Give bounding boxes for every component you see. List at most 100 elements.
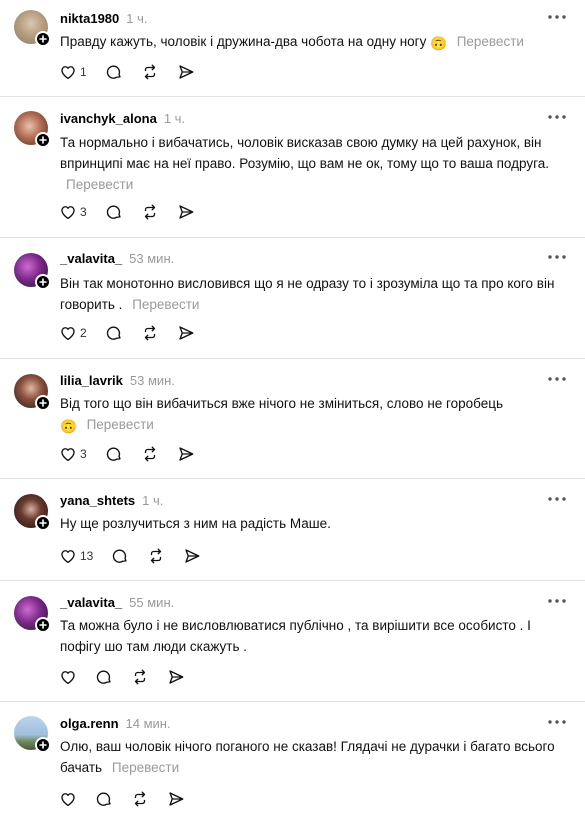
action-bar: 3 xyxy=(59,201,213,223)
more-options-icon[interactable] xyxy=(547,9,567,25)
more-options-icon[interactable] xyxy=(547,371,567,387)
reply-item: _valavita_ 53 мин. Він так монотонно вис… xyxy=(0,238,585,359)
action-bar: 3 xyxy=(59,443,213,465)
repost-icon xyxy=(144,64,155,80)
more-options-icon[interactable] xyxy=(547,714,567,730)
follow-plus-icon[interactable] xyxy=(35,395,51,411)
like-button[interactable] xyxy=(59,790,77,808)
more-options-icon[interactable] xyxy=(547,249,567,265)
repost-button[interactable] xyxy=(131,668,149,686)
reply-item: olga.renn 14 мин. Олю, ваш чоловік нічог… xyxy=(0,702,585,817)
reply-text: Правду кажуть, чоловік і дружина-два чоб… xyxy=(60,31,568,54)
more-options-icon[interactable] xyxy=(547,491,567,507)
avatar[interactable] xyxy=(14,10,51,47)
repost-button[interactable] xyxy=(147,547,165,565)
reply-button[interactable] xyxy=(105,203,123,221)
follow-plus-icon[interactable] xyxy=(35,31,51,47)
share-button[interactable] xyxy=(167,790,185,808)
comment-icon xyxy=(96,670,111,684)
like-button[interactable]: 3 xyxy=(59,203,87,221)
username[interactable]: _valavita_ xyxy=(60,594,122,612)
avatar[interactable] xyxy=(14,494,51,531)
more-options-icon[interactable] xyxy=(547,593,567,609)
follow-plus-icon[interactable] xyxy=(35,132,51,148)
share-button[interactable] xyxy=(177,324,195,342)
reply-item: yana_shtets 1 ч. Ну ще розлучиться з ним… xyxy=(0,479,585,581)
reply-button[interactable] xyxy=(111,547,129,565)
heart-icon xyxy=(61,671,75,685)
avatar[interactable] xyxy=(14,716,51,753)
timestamp: 1 ч. xyxy=(163,111,186,126)
translate-link[interactable]: Перевести xyxy=(87,417,154,432)
like-button[interactable]: 2 xyxy=(59,324,87,342)
reply-button[interactable] xyxy=(105,445,123,463)
repost-button[interactable] xyxy=(141,63,159,81)
like-count: 3 xyxy=(80,205,87,219)
reply-text: Та нормально і вибачатись, чоловік виска… xyxy=(60,132,568,195)
heart-icon xyxy=(61,206,75,220)
like-count: 13 xyxy=(80,549,94,563)
heart-icon xyxy=(61,448,75,462)
share-button[interactable] xyxy=(177,445,195,463)
heart-icon xyxy=(61,550,75,564)
reply-text: Та можна було і не висловлюватися публіч… xyxy=(60,615,568,657)
translate-link[interactable]: Перевести xyxy=(66,177,133,192)
reply-button[interactable] xyxy=(105,324,123,342)
avatar[interactable] xyxy=(14,253,51,290)
translate-link[interactable]: Перевести xyxy=(132,297,199,312)
heart-icon xyxy=(61,327,75,341)
follow-plus-icon[interactable] xyxy=(35,617,51,633)
follow-plus-icon[interactable] xyxy=(35,274,51,290)
comment-icon xyxy=(96,792,111,806)
username[interactable]: yana_shtets xyxy=(60,492,135,510)
avatar[interactable] xyxy=(14,596,51,633)
reply-button[interactable] xyxy=(95,668,113,686)
like-button[interactable]: 13 xyxy=(59,547,93,565)
like-button[interactable]: 3 xyxy=(59,445,87,463)
repost-button[interactable] xyxy=(141,203,159,221)
reply-item: ivanchyk_alona 1 ч. Та нормально і вибач… xyxy=(0,97,585,238)
username[interactable]: olga.renn xyxy=(60,715,119,733)
reply-body: Ну ще розлучиться з ним на радість Маше. xyxy=(60,516,331,531)
heart-icon xyxy=(61,793,75,807)
avatar[interactable] xyxy=(14,111,51,148)
translate-link[interactable]: Перевести xyxy=(112,760,179,775)
reply-body: Та можна було і не висловлюватися публіч… xyxy=(60,618,531,654)
more-options-icon[interactable] xyxy=(547,109,567,125)
share-button[interactable] xyxy=(183,547,201,565)
reply-button[interactable] xyxy=(105,63,123,81)
timestamp: 53 мин. xyxy=(129,251,175,266)
comment-icon xyxy=(106,65,121,79)
like-button[interactable]: 1 xyxy=(59,63,87,81)
reply-button[interactable] xyxy=(95,790,113,808)
share-button[interactable] xyxy=(177,63,195,81)
timestamp: 1 ч. xyxy=(126,11,148,26)
send-icon xyxy=(185,549,200,563)
repost-button[interactable] xyxy=(141,445,159,463)
username[interactable]: nikta1980 xyxy=(60,10,119,28)
repost-button[interactable] xyxy=(131,790,149,808)
send-icon xyxy=(179,65,194,79)
send-icon xyxy=(169,670,184,684)
send-icon xyxy=(179,205,194,219)
like-count: 1 xyxy=(80,65,87,79)
avatar[interactable] xyxy=(14,374,51,411)
emoji: 🙃 xyxy=(60,419,77,434)
send-icon xyxy=(169,792,184,806)
follow-plus-icon[interactable] xyxy=(35,737,51,753)
comment-icon xyxy=(106,205,121,219)
username[interactable]: _valavita_ xyxy=(60,250,122,268)
action-bar xyxy=(59,666,203,688)
like-count: 2 xyxy=(80,326,87,340)
username[interactable]: ivanchyk_alona xyxy=(60,110,157,128)
translate-link[interactable]: Перевести xyxy=(457,34,524,49)
username[interactable]: lilia_lavrik xyxy=(60,372,123,390)
follow-plus-icon[interactable] xyxy=(35,515,51,531)
share-button[interactable] xyxy=(167,668,185,686)
reply-body: Та нормально і вибачатись, чоловік виска… xyxy=(60,135,549,171)
repost-button[interactable] xyxy=(141,324,159,342)
share-button[interactable] xyxy=(177,203,195,221)
action-bar: 2 xyxy=(59,322,213,344)
reply-text: Він так монотонно висловився що я не одр… xyxy=(60,273,568,315)
like-button[interactable] xyxy=(59,668,77,686)
